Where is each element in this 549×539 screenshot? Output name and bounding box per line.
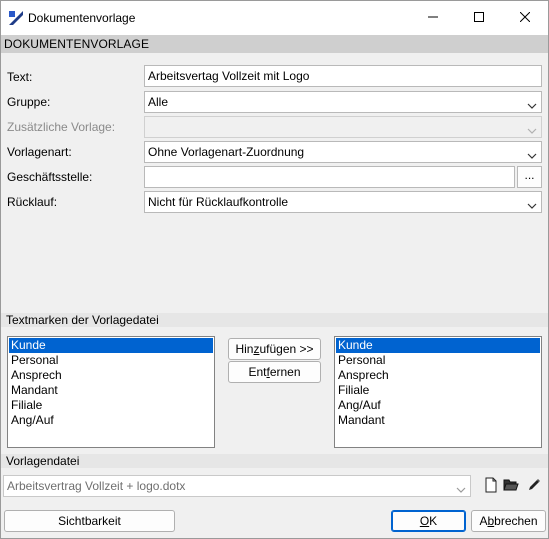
new-file-icon bbox=[484, 477, 498, 496]
textmarken-group-title: Textmarken der Vorlagedatei bbox=[6, 313, 159, 327]
list-item[interactable]: Ang/Auf bbox=[336, 398, 540, 413]
template-file-select[interactable]: Arbeitsvertrag Vollzeit + logo.dotx bbox=[3, 475, 471, 497]
pencil-icon bbox=[526, 477, 542, 496]
vorlagenart-label: Vorlagenart: bbox=[7, 145, 72, 159]
list-item[interactable]: Filiale bbox=[9, 398, 213, 413]
list-item[interactable]: Kunde bbox=[336, 338, 540, 353]
dialog-window: Dokumentenvorlage DOKUMENTENVORLAGE Text… bbox=[0, 0, 549, 539]
list-item[interactable]: Personal bbox=[9, 353, 213, 368]
chevron-down-icon bbox=[456, 481, 466, 501]
add-button-label-end: ufügen >> bbox=[259, 342, 314, 356]
remove-bookmark-button[interactable]: Entfernen bbox=[228, 361, 321, 383]
gruppe-value: Alle bbox=[148, 95, 169, 109]
ruecklauf-label: Rücklauf: bbox=[7, 195, 58, 209]
vorlagendatei-group-title: Vorlagendatei bbox=[6, 454, 80, 468]
minimize-button[interactable] bbox=[410, 1, 456, 35]
sichtbarkeit-button[interactable]: Sichtbarkeit bbox=[4, 510, 175, 532]
text-input[interactable]: Arbeitsvertag Vollzeit mit Logo bbox=[144, 65, 542, 87]
maximize-button[interactable] bbox=[456, 1, 502, 35]
ok-button[interactable]: OK bbox=[391, 510, 466, 532]
chevron-down-icon bbox=[527, 122, 537, 134]
list-item[interactable]: Kunde bbox=[9, 338, 213, 353]
chevron-down-icon bbox=[527, 147, 537, 159]
remove-button-label-end: ernen bbox=[269, 365, 301, 379]
chevron-down-icon bbox=[527, 97, 537, 109]
ruecklauf-value: Nicht für Rücklaufkontrolle bbox=[148, 195, 289, 209]
vorlagenart-value: Ohne Vorlagenart-Zuordnung bbox=[148, 145, 305, 159]
geschaeftsstelle-label: Geschäftsstelle: bbox=[7, 170, 93, 184]
zusatz-select bbox=[144, 116, 542, 138]
available-bookmarks-list[interactable]: Kunde Personal Ansprech Mandant Filiale Ang/A… bbox=[7, 336, 215, 448]
list-item[interactable]: Ansprech bbox=[9, 368, 213, 383]
gruppe-label: Gruppe: bbox=[7, 95, 51, 109]
remove-button-label-start: Ent bbox=[248, 365, 267, 379]
ok-button-label-end: K bbox=[429, 514, 438, 528]
assigned-bookmarks-list[interactable]: Kunde Personal Ansprech Filiale Ang/Auf Manda… bbox=[334, 336, 542, 448]
geschaeftsstelle-browse-button[interactable]: ... bbox=[517, 166, 542, 188]
chevron-down-icon bbox=[527, 197, 537, 209]
new-file-button[interactable] bbox=[480, 475, 501, 497]
add-bookmark-button[interactable]: Hinzufügen >> bbox=[228, 338, 321, 360]
close-button[interactable] bbox=[502, 1, 548, 35]
cancel-button-label-end: brechen bbox=[494, 514, 538, 528]
vorlagendatei-group-bar bbox=[1, 454, 548, 468]
vorlagenart-select[interactable]: Ohne Vorlagenart-Zuordnung bbox=[144, 141, 542, 163]
open-file-button[interactable] bbox=[500, 475, 521, 497]
ok-button-accelerator: O bbox=[419, 514, 430, 528]
list-item[interactable]: Mandant bbox=[9, 383, 213, 398]
zusatz-label: Zusätzliche Vorlage: bbox=[7, 120, 116, 134]
add-button-label-start: Hin bbox=[235, 342, 254, 356]
close-icon bbox=[519, 11, 531, 25]
list-item[interactable]: Mandant bbox=[336, 413, 540, 428]
app-logo-icon bbox=[8, 10, 24, 26]
list-item[interactable]: Personal bbox=[336, 353, 540, 368]
ruecklauf-select[interactable]: Nicht für Rücklaufkontrolle bbox=[144, 191, 542, 213]
list-item[interactable]: Ansprech bbox=[336, 368, 540, 383]
minimize-icon bbox=[428, 11, 438, 25]
edit-file-button[interactable] bbox=[523, 475, 544, 497]
cancel-button[interactable]: Abbrechen bbox=[471, 510, 546, 532]
open-folder-icon bbox=[502, 478, 519, 495]
title-bar[interactable]: Dokumentenvorlage bbox=[1, 1, 548, 35]
window-title: Dokumentenvorlage bbox=[28, 11, 136, 25]
list-item[interactable]: Filiale bbox=[336, 383, 540, 398]
text-label: Text: bbox=[7, 70, 33, 84]
gruppe-select[interactable]: Alle bbox=[144, 91, 542, 113]
section-header: DOKUMENTENVORLAGE bbox=[1, 35, 548, 53]
list-item[interactable]: Ang/Auf bbox=[9, 413, 213, 428]
maximize-icon bbox=[474, 11, 484, 25]
template-file-value: Arbeitsvertrag Vollzeit + logo.dotx bbox=[7, 479, 186, 493]
geschaeftsstelle-input[interactable] bbox=[144, 166, 515, 188]
